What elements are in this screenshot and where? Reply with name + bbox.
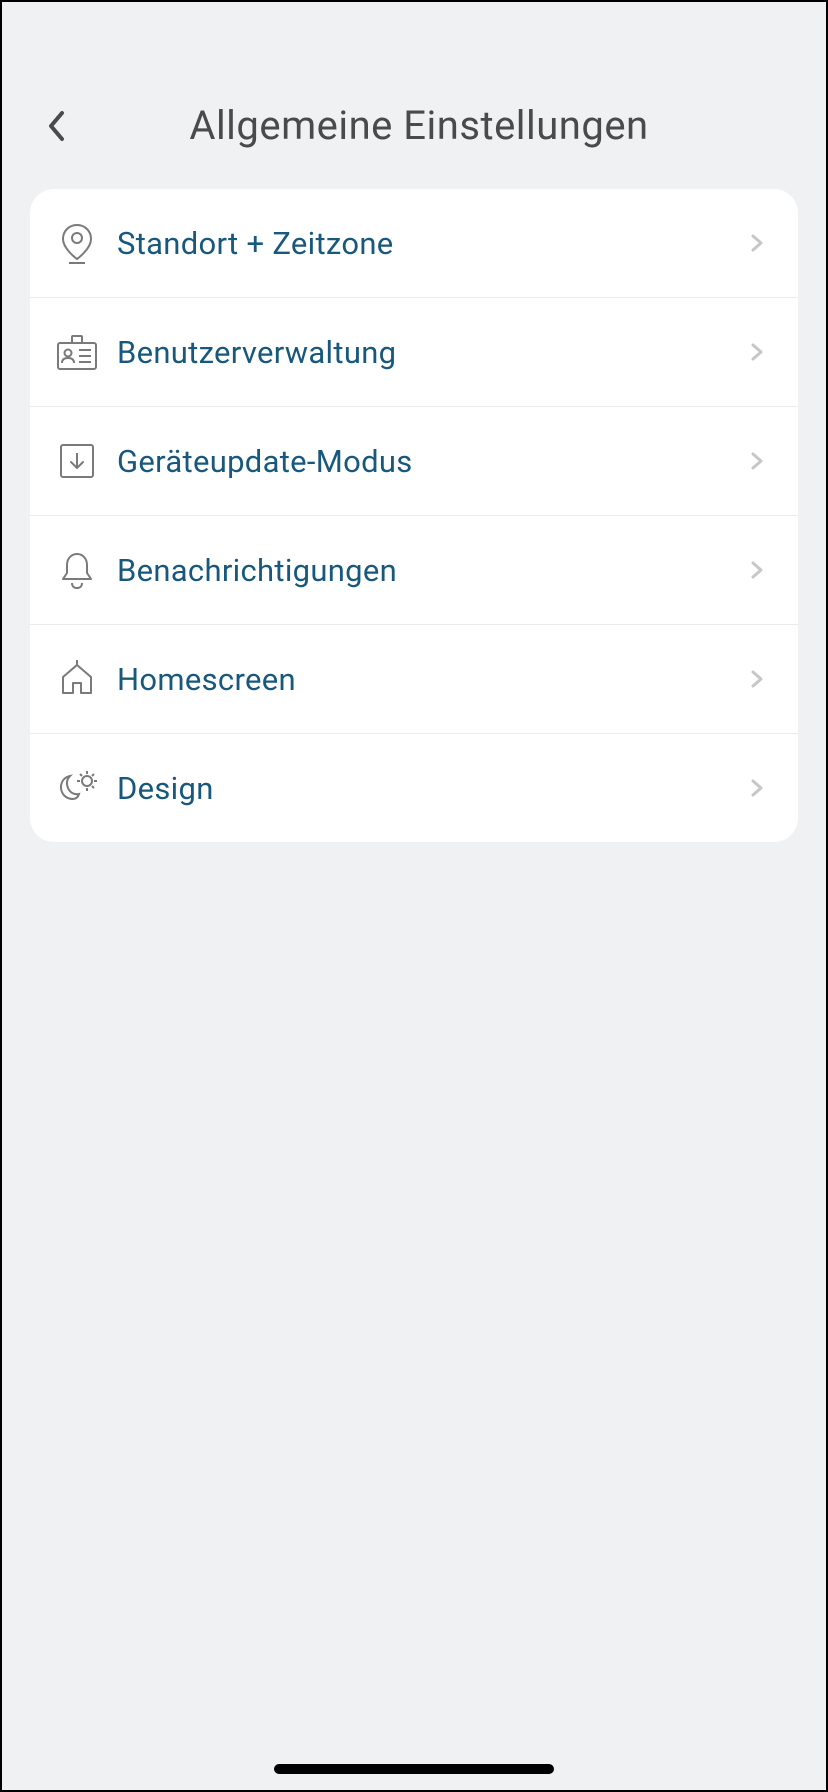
home-icon — [55, 657, 99, 701]
settings-row-location[interactable]: Standort + Zeitzone — [30, 189, 798, 298]
settings-row-label: Standort + Zeitzone — [117, 225, 746, 262]
settings-row-design[interactable]: Design — [30, 734, 798, 842]
location-icon — [55, 221, 99, 265]
settings-row-label: Design — [117, 770, 746, 807]
back-button[interactable] — [37, 106, 77, 146]
settings-row-label: Benachrichtigungen — [117, 552, 746, 589]
bell-icon — [55, 548, 99, 592]
user-management-icon — [55, 330, 99, 374]
settings-card: Standort + Zeitzone Benutzerverwaltung — [30, 189, 798, 842]
chevron-right-icon — [746, 450, 768, 472]
settings-row-label: Benutzerverwaltung — [117, 334, 746, 371]
page-title: Allgemeine Einstellungen — [107, 102, 731, 149]
chevron-left-icon — [47, 109, 67, 143]
theme-icon — [55, 766, 99, 810]
settings-row-user-management[interactable]: Benutzerverwaltung — [30, 298, 798, 407]
update-icon — [55, 439, 99, 483]
home-indicator[interactable] — [274, 1764, 554, 1774]
settings-row-notifications[interactable]: Benachrichtigungen — [30, 516, 798, 625]
settings-row-label: Geräteupdate-Modus — [117, 443, 746, 480]
settings-row-label: Homescreen — [117, 661, 746, 698]
chevron-right-icon — [746, 668, 768, 690]
settings-row-homescreen[interactable]: Homescreen — [30, 625, 798, 734]
header: Allgemeine Einstellungen — [2, 2, 826, 174]
chevron-right-icon — [746, 777, 768, 799]
chevron-right-icon — [746, 559, 768, 581]
chevron-right-icon — [746, 341, 768, 363]
settings-row-update-mode[interactable]: Geräteupdate-Modus — [30, 407, 798, 516]
chevron-right-icon — [746, 232, 768, 254]
